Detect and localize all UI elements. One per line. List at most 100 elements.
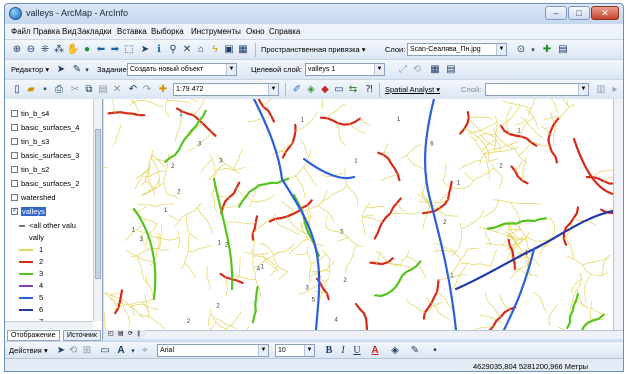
rotate-icon[interactable]: ⊙ xyxy=(515,44,527,56)
toc-vertical-scrollbar[interactable] xyxy=(93,99,102,321)
paste-icon[interactable]: ▤ xyxy=(97,84,109,96)
sketch-dropdown-icon[interactable]: ▾ xyxy=(81,64,93,76)
select-elements-icon[interactable]: ➤ xyxy=(55,345,67,357)
toolbar-options-icon[interactable]: ▸ xyxy=(609,84,621,96)
layer-visibility-checkbox[interactable] xyxy=(11,138,18,145)
new-document-icon[interactable]: ▯ xyxy=(11,84,23,96)
find-icon[interactable]: ⚲ xyxy=(167,44,179,56)
drawing-actions-menu[interactable]: Действия ▾ xyxy=(9,346,48,355)
layer-visibility-checkbox[interactable] xyxy=(11,194,18,201)
fixed-zoom-out-icon[interactable]: ⁂ xyxy=(53,44,65,56)
editor-menu[interactable]: Редактор ▾ xyxy=(11,65,49,74)
zoom-in-icon[interactable]: ⊕ xyxy=(11,44,23,56)
tab-display[interactable]: Отображение xyxy=(7,330,60,341)
select-features-icon[interactable]: ⬚ xyxy=(123,44,135,56)
identify-icon[interactable]: ℹ xyxy=(153,44,165,56)
georeferencing-label[interactable]: Пространственная привязка ▾ xyxy=(261,45,366,54)
time-slider-icon[interactable]: ▦ xyxy=(237,44,249,56)
cut-icon[interactable]: ✂ xyxy=(69,84,81,96)
command-line-icon[interactable]: ▭ xyxy=(333,84,345,96)
split-tool-icon[interactable]: ⤢ xyxy=(397,64,409,76)
menu-help[interactable]: Справка xyxy=(269,27,300,36)
layout-view-icon[interactable]: ▤ xyxy=(118,330,124,337)
data-view-icon[interactable]: ◰ xyxy=(108,330,114,337)
valleys-map[interactable]: 121312412513216121413121 521132 xyxy=(104,99,613,330)
menu-insert[interactable]: Вставка xyxy=(117,27,147,36)
scroll-thumb[interactable] xyxy=(95,129,101,279)
open-folder-icon[interactable]: ▰ xyxy=(25,84,37,96)
copy-icon[interactable]: ⧉ xyxy=(83,84,95,96)
layer-visibility-checkbox[interactable] xyxy=(11,206,18,215)
layer-visibility-checkbox[interactable] xyxy=(11,152,18,159)
georef-layer-select[interactable]: Scan-Сеалява_Пн.jpg ▼ xyxy=(407,43,507,56)
pause-drawing-icon[interactable]: ∥ xyxy=(137,330,140,337)
italic-icon[interactable]: I xyxy=(337,345,349,357)
underline-icon[interactable]: U xyxy=(351,345,363,357)
bold-icon[interactable]: B xyxy=(323,345,335,357)
redo-icon[interactable]: ↷ xyxy=(141,84,153,96)
text-tool-icon[interactable]: A xyxy=(115,345,127,357)
spatial-analyst-menu[interactable]: Spatial Analyst ▾ xyxy=(385,85,440,94)
edit-vertices-icon[interactable]: ⌖ xyxy=(139,345,151,357)
add-data-icon[interactable]: ✚ xyxy=(157,84,169,96)
layer-visibility-checkbox[interactable] xyxy=(11,124,18,131)
menu-file[interactable]: Файл xyxy=(11,27,31,36)
map-scale-select[interactable]: 1:79 472 ▼ xyxy=(173,83,279,96)
delete-icon[interactable]: ✕ xyxy=(111,84,123,96)
minimize-button[interactable]: – xyxy=(545,6,567,20)
zoom-out-icon[interactable]: ⊖ xyxy=(25,44,37,56)
add-control-points-icon[interactable]: ✚ xyxy=(541,44,553,56)
zoom-whole-page-icon[interactable]: ⊞ xyxy=(81,345,93,357)
back-arrow-icon[interactable]: ⬅ xyxy=(95,44,107,56)
hyperlink-icon[interactable]: ϟ xyxy=(209,44,221,56)
select-elements-icon[interactable]: ➤ xyxy=(139,44,151,56)
dropdown-arrow-icon[interactable]: ▾ xyxy=(527,44,539,56)
html-popup-icon[interactable]: ▣ xyxy=(223,44,235,56)
arctoolbox-icon[interactable]: ◆ xyxy=(319,84,331,96)
font-size-select[interactable]: 10 ▼ xyxy=(275,344,315,357)
tab-source[interactable]: Источник xyxy=(63,330,101,341)
pan-hand-icon[interactable]: ✋ xyxy=(67,44,79,56)
fixed-zoom-in-icon[interactable]: ⁜ xyxy=(39,44,51,56)
save-icon[interactable]: ▪ xyxy=(39,84,51,96)
task-select[interactable]: Создать новый объект ▼ xyxy=(127,63,237,76)
layer-visibility-checkbox[interactable] xyxy=(11,110,18,117)
whats-this-icon[interactable]: ⁈ xyxy=(363,84,375,96)
font-select[interactable]: Arial ▼ xyxy=(157,344,269,357)
layer-visibility-checkbox[interactable] xyxy=(11,180,18,187)
toc-horizontal-scrollbar[interactable] xyxy=(5,321,93,329)
rectangle-icon[interactable]: ▭ xyxy=(99,345,111,357)
close-button[interactable]: ✕ xyxy=(591,6,619,20)
menu-view[interactable]: Вид xyxy=(62,27,76,36)
table-of-contents-icon[interactable]: ◈ xyxy=(305,84,317,96)
link-table-icon[interactable]: ▤ xyxy=(557,44,569,56)
print-icon[interactable]: ⎙ xyxy=(53,84,65,96)
fill-color-icon[interactable]: ◈ xyxy=(389,345,401,357)
marker-color-icon[interactable]: • xyxy=(429,345,441,357)
model-builder-icon[interactable]: ⇆ xyxy=(347,84,359,96)
map-vertical-scrollbar[interactable] xyxy=(613,99,623,330)
target-layer-select[interactable]: valleys 1 ▼ xyxy=(305,63,385,76)
refresh-icon[interactable]: ⟳ xyxy=(128,330,133,337)
menu-tools[interactable]: Инструменты xyxy=(191,27,241,36)
menu-edit[interactable]: Правка xyxy=(33,27,60,36)
line-color-icon[interactable]: ✎ xyxy=(409,345,421,357)
histogram-icon[interactable]: ▥ xyxy=(595,84,607,96)
menu-window[interactable]: Окно xyxy=(246,27,265,36)
undo-icon[interactable]: ↶ xyxy=(127,84,139,96)
attributes-icon[interactable]: ▦ xyxy=(429,64,441,76)
map-view[interactable]: 121312412513216121413121521132 xyxy=(104,99,613,330)
rotate-element-icon[interactable]: ⟲ xyxy=(67,345,79,357)
maximize-button[interactable]: □ xyxy=(568,6,590,20)
go-to-xy-icon[interactable]: ✕ xyxy=(181,44,193,56)
full-extent-icon[interactable]: ● xyxy=(81,44,93,56)
font-color-icon[interactable]: A xyxy=(369,345,381,357)
forward-arrow-icon[interactable]: ➡ xyxy=(109,44,121,56)
editor-toolbar-icon[interactable]: ✐ xyxy=(291,84,303,96)
layer-visibility-checkbox[interactable] xyxy=(11,166,18,173)
text-dropdown-icon[interactable]: ▾ xyxy=(127,345,139,357)
menu-bookmarks[interactable]: Закладки xyxy=(77,27,112,36)
edit-tool-icon[interactable]: ➤ xyxy=(55,64,67,76)
menu-selection[interactable]: Выборка xyxy=(151,27,184,36)
measure-icon[interactable]: ⌂ xyxy=(195,44,207,56)
